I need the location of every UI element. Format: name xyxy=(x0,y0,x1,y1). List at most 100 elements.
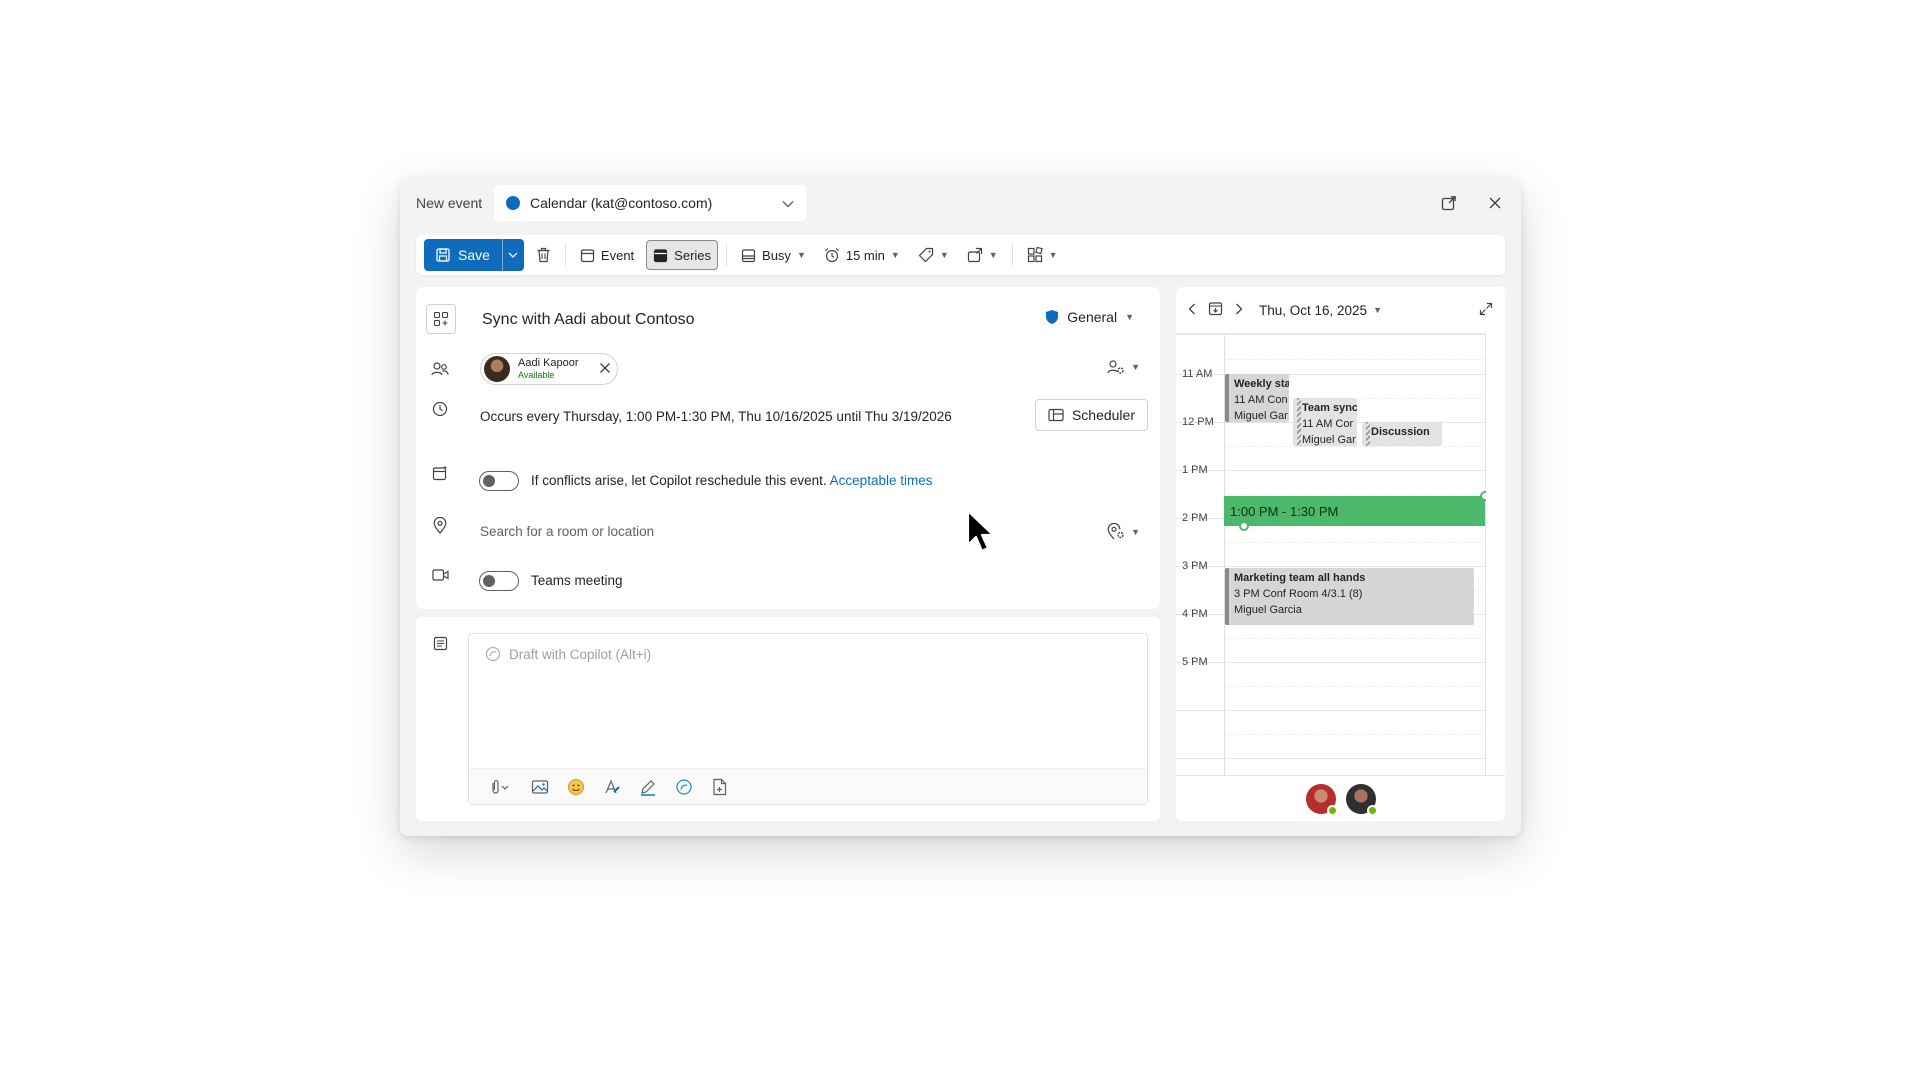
go-to-today-button[interactable] xyxy=(1208,301,1223,319)
image-icon xyxy=(531,779,549,794)
hour-label: 2 PM xyxy=(1182,512,1208,524)
pop-out-button[interactable] xyxy=(1435,189,1463,217)
title-options-button[interactable] xyxy=(426,304,456,334)
body-editor[interactable]: Draft with Copilot (Alt+i) xyxy=(468,633,1148,805)
day-grid[interactable]: 11 AM 12 PM 1 PM 2 PM 3 PM 4 PM 5 PM Wee… xyxy=(1176,333,1486,775)
calendar-picker[interactable]: Calendar (kat@contoso.com) xyxy=(494,185,806,221)
close-icon xyxy=(600,363,610,373)
event-button[interactable]: Event xyxy=(574,240,640,270)
reminder-dropdown[interactable]: 15 min ▼ xyxy=(818,240,906,270)
remove-attendee-button[interactable] xyxy=(599,361,611,377)
current-event-block[interactable]: 1:00 PM - 1:30 PM xyxy=(1224,496,1485,526)
editor-toolbar xyxy=(469,768,1147,804)
teams-meeting-label: Teams meeting xyxy=(531,573,623,588)
attach-button[interactable] xyxy=(483,776,515,798)
avatar xyxy=(484,356,510,382)
draw-button[interactable] xyxy=(637,776,659,798)
shield-icon xyxy=(1046,310,1059,324)
chevron-down-icon: ▼ xyxy=(796,250,806,260)
date-picker-button[interactable]: Thu, Oct 16, 2025 ▼ xyxy=(1259,303,1382,318)
mouse-cursor-icon xyxy=(966,509,995,553)
avatar[interactable] xyxy=(1345,783,1378,816)
attendee-status: Available xyxy=(518,370,555,380)
alarm-clock-icon xyxy=(824,248,839,263)
series-button[interactable]: Series xyxy=(646,240,719,270)
presence-available-icon xyxy=(1366,804,1378,816)
event-title-input[interactable]: Sync with Aadi about Contoso xyxy=(482,311,695,329)
apps-dropdown[interactable]: ▼ xyxy=(1021,240,1064,270)
copilot-draft-button[interactable] xyxy=(673,776,695,798)
insert-loop-button[interactable] xyxy=(709,776,731,798)
recurrence-summary[interactable]: Occurs every Thursday, 1:00 PM-1:30 PM, … xyxy=(480,409,952,424)
toolbar: Save Event Series Busy ▼ 15 min ▼ ▼ ▼ ▼ xyxy=(416,235,1505,275)
save-split-button: Save xyxy=(424,239,524,271)
event-organizer: Miguel Garcia xyxy=(1234,604,1302,616)
current-date-label: Thu, Oct 16, 2025 xyxy=(1259,302,1368,318)
calendar-event-team-sync[interactable]: Team sync 11 AM Cor Miguel Gar xyxy=(1293,398,1357,446)
copilot-icon xyxy=(485,646,501,662)
acceptable-times-link[interactable]: Acceptable times xyxy=(830,473,933,488)
hour-label: 12 PM xyxy=(1182,416,1214,428)
previous-day-button[interactable] xyxy=(1188,303,1196,318)
avatar[interactable] xyxy=(1305,783,1338,816)
window-title: New event xyxy=(416,195,483,211)
scheduler-button[interactable]: Scheduler xyxy=(1034,399,1148,431)
calendar-event-marketing[interactable]: Marketing team all hands 3 PM Conf Room … xyxy=(1225,568,1474,625)
response-options-icon xyxy=(967,247,982,263)
event-time-location: 11 AM Con xyxy=(1234,394,1288,406)
half-hour-line xyxy=(1224,638,1486,639)
save-button[interactable]: Save xyxy=(424,239,502,271)
event-label: Event xyxy=(600,247,635,263)
calendar-event-discussion[interactable]: Discussion xyxy=(1362,422,1442,446)
emoji-button[interactable] xyxy=(565,776,587,798)
location-input[interactable]: Search for a room or location xyxy=(480,524,654,539)
location-options-button[interactable]: ▼ xyxy=(1107,523,1140,540)
teams-meeting-toggle[interactable] xyxy=(479,571,519,591)
hour-line xyxy=(1176,334,1486,335)
show-as-dropdown[interactable]: Busy ▼ xyxy=(735,240,812,270)
chevron-down-icon: ▼ xyxy=(1131,362,1140,372)
hour-label: 4 PM xyxy=(1182,608,1208,620)
attendee-chip[interactable]: Aadi Kapoor Available xyxy=(480,353,618,385)
next-day-button[interactable] xyxy=(1235,303,1243,318)
scheduler-label: Scheduler xyxy=(1071,407,1135,423)
expand-button[interactable] xyxy=(1479,302,1493,319)
resize-handle-bottom[interactable] xyxy=(1239,521,1249,531)
sensitivity-dropdown[interactable]: General ▼ xyxy=(1045,309,1134,325)
hour-label: 5 PM xyxy=(1182,656,1208,668)
copilot-reschedule-toggle[interactable] xyxy=(479,471,519,491)
response-options-dropdown[interactable]: ▼ xyxy=(961,240,1004,270)
save-options-button[interactable] xyxy=(501,239,524,271)
notes-icon xyxy=(428,631,452,655)
event-body-card: Draft with Copilot (Alt+i) xyxy=(416,617,1160,821)
close-button[interactable] xyxy=(1481,189,1509,217)
delete-button[interactable] xyxy=(530,240,557,270)
chevron-down-icon: ▼ xyxy=(1373,305,1382,315)
hour-line xyxy=(1176,566,1486,567)
copilot-reschedule-text: If conflicts arise, let Copilot reschedu… xyxy=(531,473,932,488)
calendar-series-icon xyxy=(654,248,668,262)
chevron-down-icon xyxy=(508,252,518,258)
new-event-window: New event Calendar (kat@contoso.com) Sav… xyxy=(400,179,1521,836)
chevron-down-icon xyxy=(782,195,794,211)
categorize-dropdown[interactable]: ▼ xyxy=(912,240,955,270)
series-label: Series xyxy=(674,247,712,263)
event-time-location: 11 AM Cor xyxy=(1302,418,1354,430)
save-icon xyxy=(436,248,450,262)
resize-handle-top[interactable] xyxy=(1480,491,1486,501)
chevron-down-icon: ▼ xyxy=(890,250,900,260)
calendar-event-weekly[interactable]: Weekly sta 11 AM Con Miguel Gar xyxy=(1225,374,1289,422)
attendee-options-button[interactable]: ▼ xyxy=(1107,359,1140,375)
pen-icon xyxy=(641,779,655,796)
event-details-card: Sync with Aadi about Contoso General ▼ A… xyxy=(416,287,1160,609)
insert-picture-button[interactable] xyxy=(529,776,551,798)
chevron-down-icon: ▼ xyxy=(939,250,949,260)
chevron-down-icon: ▼ xyxy=(1048,250,1058,260)
video-camera-icon xyxy=(428,563,452,587)
location-settings-icon xyxy=(1107,523,1124,540)
document-add-icon xyxy=(713,778,727,795)
format-text-button[interactable] xyxy=(601,776,623,798)
calendar-icon xyxy=(580,248,595,262)
event-title: Weekly sta xyxy=(1234,378,1289,390)
event-organizer: Miguel Gar xyxy=(1302,434,1356,446)
